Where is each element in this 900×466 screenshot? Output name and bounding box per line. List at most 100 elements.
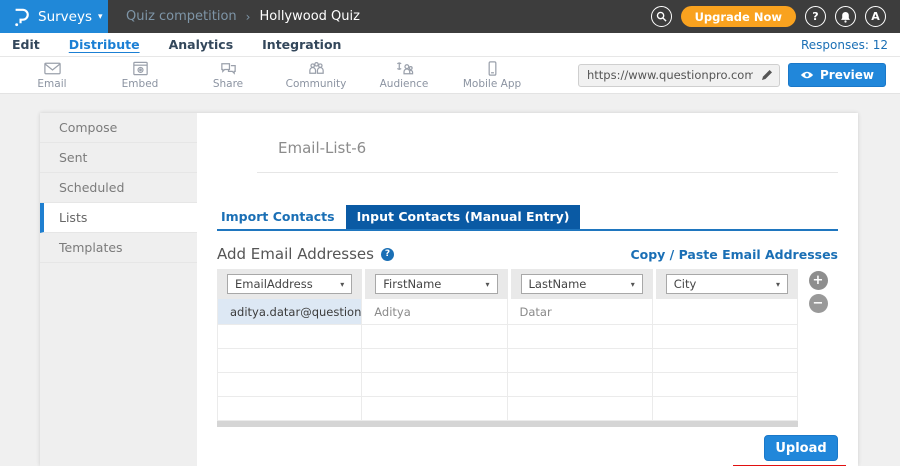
table-cell[interactable]	[653, 349, 798, 373]
header-actions: Upgrade Now ? A	[651, 0, 900, 33]
table-cell[interactable]: Aditya	[362, 299, 507, 325]
select-caret-icon: ▾	[631, 280, 635, 289]
table-cell[interactable]	[653, 373, 798, 397]
nav-item-distribute[interactable]: Distribute	[69, 37, 140, 52]
toolbar-item-label: Mobile App	[463, 78, 521, 90]
table-cell[interactable]	[217, 397, 362, 421]
breadcrumb: Quiz competition › Hollywood Quiz	[126, 0, 360, 33]
toolbar-item-audience[interactable]: Audience	[378, 60, 430, 90]
toolbar-item-mobile-app[interactable]: Mobile App	[466, 60, 518, 90]
survey-nav: Edit Distribute Analytics Integration Re…	[0, 33, 900, 57]
table-row	[217, 373, 798, 397]
add-row-button[interactable]: +	[809, 271, 828, 290]
toolbar-item-label: Email	[37, 78, 66, 90]
page-body: Compose Sent Scheduled Lists Templates E…	[0, 94, 900, 466]
edit-url-icon[interactable]	[760, 68, 774, 82]
table-cell[interactable]	[508, 325, 653, 349]
table-cell[interactable]	[362, 325, 507, 349]
select-value: City	[674, 277, 697, 291]
contacts-tabs: Import Contacts Input Contacts (Manual E…	[217, 205, 838, 231]
table-row	[217, 349, 798, 373]
remove-row-button[interactable]: −	[809, 294, 828, 313]
nav-item-edit[interactable]: Edit	[12, 37, 40, 52]
section-title: Add Email Addresses	[217, 245, 374, 263]
table-cell[interactable]	[362, 397, 507, 421]
table-cell[interactable]	[217, 373, 362, 397]
sidebar-item-lists[interactable]: Lists	[40, 203, 197, 233]
upgrade-button[interactable]: Upgrade Now	[681, 6, 796, 27]
table-cell[interactable]	[362, 349, 507, 373]
top-header: Surveys ▾ Quiz competition › Hollywood Q…	[0, 0, 900, 33]
embed-icon	[131, 60, 150, 77]
toolbar-item-label: Embed	[122, 78, 159, 90]
toolbar-item-community[interactable]: Community	[290, 60, 342, 90]
table-row	[217, 397, 798, 421]
nav-item-integration[interactable]: Integration	[262, 37, 341, 52]
audience-icon	[395, 60, 414, 77]
product-label: Surveys	[38, 9, 92, 25]
mobile-app-icon	[483, 60, 502, 77]
sidebar-item-compose[interactable]: Compose	[40, 113, 197, 143]
sidebar-item-scheduled[interactable]: Scheduled	[40, 173, 197, 203]
table-horizontal-scrollbar[interactable]	[217, 421, 798, 427]
column-select-firstname[interactable]: FirstName ▾	[375, 274, 497, 294]
help-button[interactable]: ?	[805, 6, 826, 27]
select-value: EmailAddress	[235, 277, 313, 291]
community-icon	[307, 60, 326, 77]
column-select-lastname[interactable]: LastName ▾	[521, 274, 643, 294]
survey-url-input[interactable]	[578, 64, 780, 87]
email-distribution-card: Compose Sent Scheduled Lists Templates E…	[40, 113, 858, 466]
tab-input-contacts-manual[interactable]: Input Contacts (Manual Entry)	[346, 205, 581, 229]
nav-item-analytics[interactable]: Analytics	[169, 37, 234, 52]
app-root: Surveys ▾ Quiz competition › Hollywood Q…	[0, 0, 900, 466]
copy-paste-link[interactable]: Copy / Paste Email Addresses	[630, 247, 838, 262]
toolbar-item-label: Audience	[380, 78, 429, 90]
toolbar-item-label: Community	[286, 78, 347, 90]
preview-button[interactable]: Preview	[788, 63, 886, 87]
table-cell[interactable]	[653, 325, 798, 349]
product-switcher[interactable]: Surveys ▾	[0, 0, 108, 33]
add-emails-header: Add Email Addresses ? Copy / Paste Email…	[217, 245, 838, 263]
search-button[interactable]	[651, 6, 672, 27]
help-icon[interactable]: ?	[381, 248, 394, 261]
column-select-city[interactable]: City ▾	[666, 274, 788, 294]
notifications-button[interactable]	[835, 6, 856, 27]
sidebar-item-templates[interactable]: Templates	[40, 233, 197, 263]
search-icon	[656, 11, 667, 22]
avatar[interactable]: A	[865, 6, 886, 27]
table-cell[interactable]	[362, 373, 507, 397]
table-cell[interactable]: Datar	[508, 299, 653, 325]
toolbar-item-email[interactable]: Email	[26, 60, 78, 90]
table-cell[interactable]	[217, 349, 362, 373]
table-header-row: EmailAddress▾ FirstName ▾ LastName ▾ City ▾	[217, 269, 798, 299]
row-controls: + −	[798, 269, 838, 427]
eye-icon	[800, 70, 814, 80]
select-caret-icon: ▾	[485, 280, 489, 289]
table-cell[interactable]	[653, 299, 798, 325]
list-detail-panel: Email-List-6 Import Contacts Input Conta…	[197, 113, 858, 466]
breadcrumb-parent[interactable]: Quiz competition	[126, 9, 237, 24]
select-value: LastName	[529, 277, 587, 291]
responses-count: Responses: 12	[801, 38, 888, 52]
column-select-emailaddress[interactable]: EmailAddress▾	[227, 274, 352, 294]
questionpro-logo-icon	[12, 7, 30, 27]
list-title-block: Email-List-6	[257, 113, 838, 173]
table-cell[interactable]: aditya.datar@questionpro.com	[217, 299, 362, 325]
table-cell[interactable]	[653, 397, 798, 421]
breadcrumb-separator-icon: ›	[246, 10, 251, 24]
table-row	[217, 325, 798, 349]
tab-import-contacts[interactable]: Import Contacts	[217, 205, 346, 229]
select-value: FirstName	[383, 277, 441, 291]
toolbar-item-share[interactable]: Share	[202, 60, 254, 90]
sidebar-item-sent[interactable]: Sent	[40, 143, 197, 173]
table-cell[interactable]	[217, 325, 362, 349]
table-cell[interactable]	[508, 349, 653, 373]
toolbar-item-embed[interactable]: Embed	[114, 60, 166, 90]
share-icon	[219, 60, 238, 77]
table-cell[interactable]	[508, 397, 653, 421]
select-caret-icon: ▾	[776, 280, 780, 289]
upload-button[interactable]: Upload	[764, 435, 838, 461]
table-cell[interactable]	[508, 373, 653, 397]
contacts-grid-wrap: EmailAddress▾ FirstName ▾ LastName ▾ City ▾…	[217, 269, 838, 427]
breadcrumb-current: Hollywood Quiz	[259, 9, 359, 24]
